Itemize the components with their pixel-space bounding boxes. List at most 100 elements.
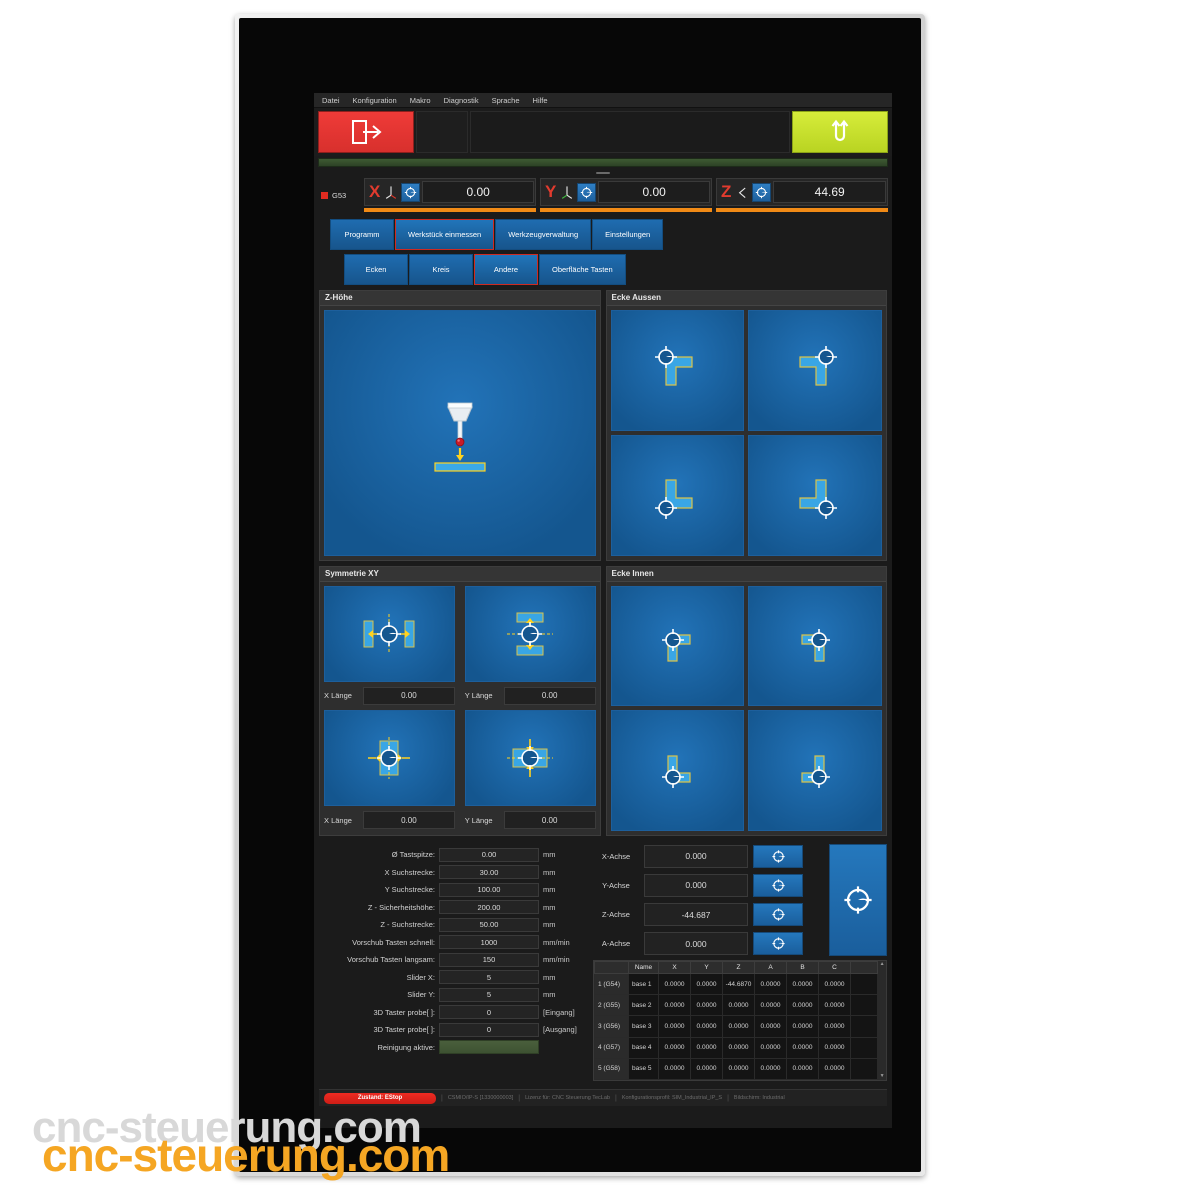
zero-axis-x-button[interactable]: [401, 182, 421, 202]
scroll-down-icon[interactable]: ▼: [880, 1074, 885, 1079]
cell-y: 0.0000: [690, 994, 723, 1017]
content-area: Z-Höhe Ecke Aussen Symmetrie XY X Länge …: [314, 285, 892, 1128]
axis-bar-y: [540, 208, 712, 212]
menu-item-hilfe[interactable]: Hilfe: [533, 96, 548, 105]
scroll-up-icon[interactable]: ▲: [880, 962, 885, 967]
tab-einstellungen[interactable]: Einstellungen: [592, 219, 664, 250]
tab-oberflaeche-tasten[interactable]: Oberfläche Tasten: [539, 254, 626, 285]
cell-fill: [849, 1036, 879, 1059]
input-a-achse[interactable]: 0.000: [644, 932, 748, 956]
axis-value-z[interactable]: 44.69: [773, 181, 886, 203]
reset-button[interactable]: [792, 111, 888, 153]
menu-item-sprache[interactable]: Sprache: [492, 96, 520, 105]
dro-axis-x: X 0.00: [364, 178, 536, 212]
cell-fill: [849, 1015, 879, 1038]
input-z-sicherheitshoehe[interactable]: 200.00: [439, 900, 539, 914]
splitter-handle[interactable]: [596, 171, 610, 174]
tab-ecken[interactable]: Ecken: [344, 254, 408, 285]
cell-c: 0.0000: [818, 1036, 851, 1059]
axis-offset-panel: X-Achse 0.000 Y-Achse 0.000 Z-Achse -44.…: [593, 844, 887, 956]
axis-value-x[interactable]: 0.00: [422, 181, 534, 203]
input-probe-ausgang[interactable]: 0: [439, 1022, 539, 1037]
work-offset-table[interactable]: Name X Y Z A B C 1 (G54) base 1 0.0000 0…: [594, 961, 879, 1081]
symmetry-field-x-length-top: X Länge 0.00: [324, 685, 455, 707]
input-x-laenge-top[interactable]: 0.00: [363, 686, 455, 705]
splitter-handle-row[interactable]: [314, 167, 892, 178]
input-slider-x[interactable]: 5: [439, 970, 539, 984]
symmetry-x-inner-button[interactable]: [324, 709, 455, 806]
indicator-reinigung-aktive[interactable]: [439, 1040, 539, 1054]
setting-row-vorschub-schnell: Vorschub Tasten schnell: 1000 mm/min: [319, 935, 587, 950]
input-x-suchstrecke[interactable]: 30.00: [439, 865, 539, 879]
table-row[interactable]: 1 (G54) base 1 0.0000 0.0000 -44.6870 0.…: [594, 972, 879, 996]
table-scrollbar[interactable]: ▲ ▼: [878, 961, 886, 1080]
cell-b: 0.0000: [786, 994, 819, 1017]
input-probe-eingang[interactable]: 0: [439, 1005, 539, 1019]
crosshair-target-icon: [771, 937, 785, 951]
input-y-laenge-top[interactable]: 0.00: [503, 686, 596, 705]
outer-corner-top-right-button[interactable]: [748, 310, 882, 431]
tab-werkstueck-einmessen[interactable]: Werkstück einmessen: [395, 219, 495, 250]
input-x-achse[interactable]: 0.000: [644, 844, 748, 868]
input-vorschub-langsam[interactable]: 150: [439, 952, 539, 967]
outer-corner-bottom-right-button[interactable]: [748, 434, 882, 556]
crosshair-target-icon: [771, 879, 785, 892]
inner-corner-top-left-button[interactable]: [610, 585, 745, 707]
outer-corner-top-left-button[interactable]: [610, 310, 745, 431]
symmetry-y-inner-button[interactable]: [464, 709, 596, 806]
set-x-achse-button[interactable]: [753, 844, 803, 868]
set-y-achse-button[interactable]: [753, 873, 803, 897]
set-z-achse-button[interactable]: [753, 903, 803, 927]
input-y-laenge-bottom[interactable]: 0.00: [503, 811, 596, 829]
zero-axis-y-button[interactable]: [577, 182, 597, 202]
input-tastspitze[interactable]: 0.00: [439, 847, 539, 862]
zero-axis-z-button[interactable]: [752, 182, 772, 202]
cell-a: 0.0000: [754, 994, 787, 1017]
inner-corner-bottom-right-button[interactable]: [748, 710, 882, 831]
panel-title-symmetrie-xy: Symmetrie XY: [320, 566, 600, 582]
set-all-axes-button[interactable]: [829, 844, 887, 956]
table-row[interactable]: 4 (G57) base 4 0.0000 0.0000 0.0000 0.00…: [594, 1036, 879, 1059]
table-row[interactable]: 5 (G58) base 5 0.0000 0.0000 0.0000 0.00…: [594, 1057, 879, 1081]
label-slider-x: Slider X:: [406, 972, 435, 982]
tab-programm[interactable]: Programm: [330, 219, 394, 250]
table-row[interactable]: 2 (G55) base 2 0.0000 0.0000 0.0000 0.00…: [594, 994, 879, 1017]
label-x-suchstrecke: X Suchstrecke:: [384, 867, 435, 877]
input-z-achse[interactable]: -44.687: [644, 903, 748, 927]
cell-z: 0.0000: [722, 1015, 755, 1038]
axis-value-y[interactable]: 0.00: [598, 181, 710, 203]
inner-corner-top-right-button[interactable]: [748, 585, 882, 707]
tab-werkzeugverwaltung[interactable]: Werkzeugverwaltung: [495, 219, 592, 250]
label-reinigung-aktive: Reinigung aktive:: [377, 1042, 435, 1052]
menu-item-diagnostik[interactable]: Diagnostik: [444, 96, 479, 105]
symmetry-field-y-length-bottom: Y Länge 0.00: [465, 809, 596, 831]
menu-item-konfiguration[interactable]: Konfiguration: [353, 96, 397, 105]
probe-z-height-button[interactable]: [324, 310, 596, 556]
menu-item-makro[interactable]: Makro: [410, 96, 431, 105]
menu-item-datei[interactable]: Datei: [322, 96, 340, 105]
tab-kreis[interactable]: Kreis: [409, 254, 473, 285]
unit-probe-eingang: [Eingang]: [543, 1007, 575, 1017]
panel-ecke-innen: Ecke Innen: [605, 565, 887, 836]
set-a-achse-button[interactable]: [753, 932, 803, 956]
setting-row-reinigung-aktive: Reinigung aktive:: [319, 1040, 587, 1055]
input-y-achse[interactable]: 0.000: [644, 873, 748, 897]
input-z-suchstrecke[interactable]: 50.00: [439, 917, 539, 932]
input-vorschub-schnell[interactable]: 1000: [439, 935, 539, 949]
symmetry-x-inner-icon: [368, 736, 411, 779]
tab-andere[interactable]: Andere: [474, 254, 538, 285]
input-x-laenge-bottom[interactable]: 0.00: [363, 811, 455, 829]
status-badge[interactable]: Zustand: EStop: [324, 1092, 436, 1104]
inner-corner-bottom-left-button[interactable]: [610, 710, 745, 831]
cell-b: 0.0000: [786, 1057, 819, 1081]
input-slider-y[interactable]: 5: [439, 987, 539, 1002]
exit-button[interactable]: [318, 111, 414, 153]
input-y-suchstrecke[interactable]: 100.00: [439, 882, 539, 897]
table-row[interactable]: 3 (G56) base 3 0.0000 0.0000 0.0000 0.00…: [594, 1015, 879, 1038]
symmetry-y-outer-button[interactable]: [464, 585, 596, 682]
symmetry-x-outer-button[interactable]: [324, 585, 455, 682]
panel-ecke-aussen: Ecke Aussen: [605, 290, 887, 561]
inner-corner-bottom-right-icon: [801, 755, 831, 788]
crosshair-target-icon: [756, 186, 768, 198]
outer-corner-bottom-left-button[interactable]: [610, 434, 745, 556]
